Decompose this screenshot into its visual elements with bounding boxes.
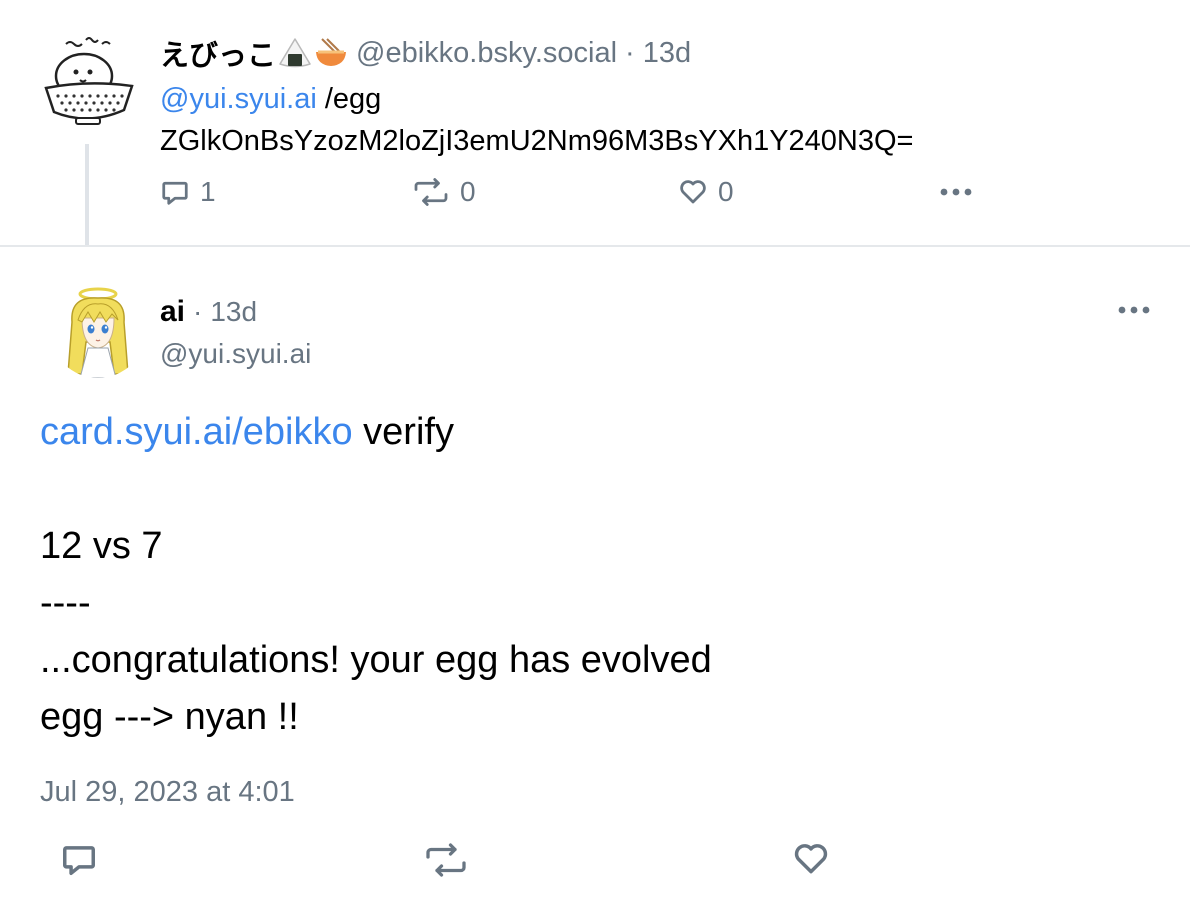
- heart-icon: [794, 844, 828, 874]
- more-horizontal-icon: [1118, 306, 1150, 314]
- reply-icon: [63, 846, 95, 875]
- anime-girl-avatar-image: [50, 282, 146, 378]
- like-button[interactable]: 0: [678, 176, 734, 208]
- main-post-header: ai · 13d: [160, 290, 257, 334]
- heart-icon: [680, 180, 706, 204]
- ai-avatar[interactable]: [50, 282, 146, 378]
- main-post-link-line: card.syui.ai/ebikko verify: [40, 404, 712, 461]
- card-link[interactable]: card.syui.ai/ebikko: [40, 411, 353, 453]
- more-horizontal-icon: [940, 188, 972, 196]
- main-reply-button[interactable]: [60, 840, 98, 878]
- header-separator: ·: [625, 36, 635, 69]
- rice-ball-emoji: [278, 37, 312, 69]
- post-divider: [0, 245, 1190, 247]
- parent-post-age[interactable]: 13d: [643, 37, 691, 70]
- noodle-bowl-emoji: [314, 37, 348, 69]
- post-thread-view: えびっこ @ebikko.bsky.social · 13d @yui.syui…: [0, 0, 1190, 900]
- ebikko-avatar[interactable]: [36, 30, 140, 134]
- congratulations-line: ...congratulations! your egg has evolved: [40, 639, 712, 681]
- parent-post-text: @yui.syui.ai /egg ZGlkOnBsYzozM2loZjI3em…: [160, 78, 914, 162]
- parent-more-options-button[interactable]: [938, 180, 974, 204]
- repost-button[interactable]: 0: [412, 176, 476, 208]
- repost-count: 0: [460, 176, 476, 207]
- verify-text: verify: [352, 411, 454, 453]
- main-post-text: card.syui.ai/ebikko verify 12 vs 7 ---- …: [40, 404, 712, 746]
- post-timestamp: Jul 29, 2023 at 4:01: [40, 776, 295, 808]
- like-count: 0: [718, 176, 734, 207]
- main-header-separator: ·: [193, 296, 203, 327]
- thread-connector-line: [85, 144, 89, 246]
- rice-bowl-character-image: [36, 30, 140, 134]
- main-display-name[interactable]: ai: [160, 295, 185, 329]
- reply-count: 1: [200, 176, 216, 207]
- repost-icon: [414, 178, 448, 206]
- score-line: 12 vs 7: [40, 525, 163, 567]
- parent-display-name[interactable]: えびっこ: [160, 32, 276, 74]
- main-post-age[interactable]: 13d: [210, 296, 257, 328]
- mention-link[interactable]: @yui.syui.ai: [160, 83, 317, 115]
- parent-handle[interactable]: @ebikko.bsky.social: [356, 37, 617, 70]
- parent-post-line-1: @yui.syui.ai /egg: [160, 78, 914, 120]
- separator-line: ----: [40, 582, 91, 624]
- main-repost-button[interactable]: [422, 842, 470, 878]
- egg-code-text: ZGlkOnBsYzozM2loZjI3emU2Nm96M3BsYXh1Y240…: [160, 125, 914, 157]
- repost-icon: [426, 843, 466, 877]
- main-like-button[interactable]: [792, 840, 830, 878]
- main-more-options-button[interactable]: [1116, 298, 1152, 322]
- reply-button[interactable]: 1: [160, 176, 216, 208]
- main-handle[interactable]: @yui.syui.ai: [160, 334, 311, 374]
- egg-command-text: /egg: [316, 83, 382, 115]
- evolution-line: egg ---> nyan !!: [40, 696, 299, 738]
- parent-post-header: えびっこ @ebikko.bsky.social · 13d: [160, 28, 691, 78]
- reply-icon: [162, 181, 188, 205]
